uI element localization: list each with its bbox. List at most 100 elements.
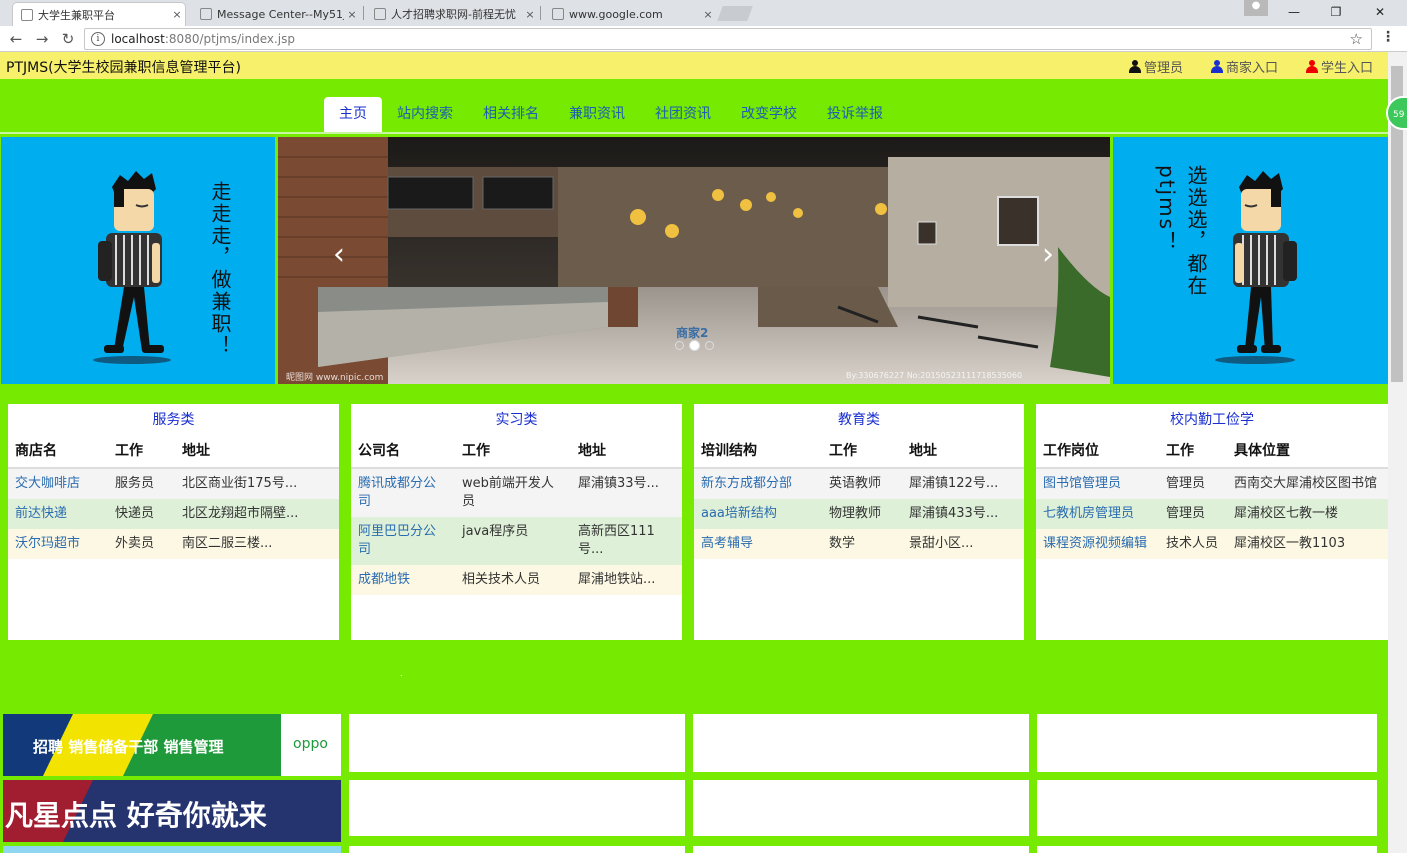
nav-club-news[interactable]: 社团资讯 xyxy=(640,97,726,132)
browser-toolbar: ← → ↻ i localhost:8080/ptjms/index.jsp ☆… xyxy=(0,26,1407,52)
page-content: PTJMS(大学生校园兼职信息管理平台) 管理员 商家入口 学生入口 主页 站内… xyxy=(0,52,1388,853)
nav-home[interactable]: 主页 xyxy=(324,97,382,132)
table-row: 新东方成都分部 英语教师 犀浦镇122号... xyxy=(694,468,1024,499)
separator-dot: . xyxy=(400,669,403,678)
category-title[interactable]: 实习类 xyxy=(351,404,682,434)
listing-link[interactable]: 沃尔玛超市 xyxy=(8,529,108,559)
ad-slot[interactable] xyxy=(1037,714,1377,772)
ad-banner-recruit[interactable]: 招聘 销售储备干部 销售管理 oppo xyxy=(3,714,341,776)
listing-link[interactable]: 腾讯成都分公司 xyxy=(351,468,455,517)
image-watermark: 昵图网 www.nipic.com xyxy=(286,373,384,383)
carousel-indicator[interactable] xyxy=(705,341,714,350)
new-tab-button[interactable] xyxy=(717,6,753,21)
carousel-indicator[interactable] xyxy=(675,341,684,350)
person-icon xyxy=(1129,60,1141,73)
banner-carousel[interactable]: ‹ › 商家2 昵图网 www.nipic.com By:330676227 N… xyxy=(278,137,1110,384)
browser-tab[interactable]: www.google.com × xyxy=(544,2,716,26)
category-title[interactable]: 校内勤工俭学 xyxy=(1036,404,1388,434)
restore-button[interactable]: ❐ xyxy=(1316,0,1356,24)
forward-icon[interactable]: → xyxy=(32,29,52,49)
listing-link[interactable]: 七教机房管理员 xyxy=(1036,499,1159,529)
url-text[interactable]: localhost:8080/ptjms/index.jsp xyxy=(111,32,295,46)
ad-slot[interactable] xyxy=(1037,846,1377,853)
carousel-indicator-active[interactable] xyxy=(689,340,700,351)
column-header: 工作 xyxy=(455,434,571,469)
cell: java程序员 xyxy=(455,517,571,565)
browser-tab[interactable]: 人才招聘求职网-前程无忧 × xyxy=(366,2,538,26)
category-panel-service: 服务类 商店名 工作 地址 交大咖啡店 服务员 北区商业街175号... 前达快递 快递员… xyxy=(8,404,339,640)
cell: 管理员 xyxy=(1159,468,1227,499)
column-header: 工作 xyxy=(1159,434,1227,469)
category-panel-education: 教育类 培训结构 工作 地址 新东方成都分部 英语教师 犀浦镇122号... aaa培新… xyxy=(694,404,1024,640)
listing-link[interactable]: 交大咖啡店 xyxy=(8,468,108,499)
ad-slot[interactable] xyxy=(693,846,1029,853)
listing-link[interactable]: 成都地铁 xyxy=(351,565,455,595)
back-icon[interactable]: ← xyxy=(6,29,26,49)
left-banner: 走走走，做兼职！ xyxy=(1,137,275,384)
page-scrollbar[interactable] xyxy=(1388,52,1407,853)
merchant-entry-link[interactable]: 商家入口 xyxy=(1211,57,1278,76)
browser-tab-active[interactable]: 大学生兼职平台 × xyxy=(12,2,186,26)
tab-close-icon[interactable]: × xyxy=(169,8,185,21)
nav-change-school[interactable]: 改变学校 xyxy=(726,97,812,132)
cell: 服务员 xyxy=(108,468,175,499)
nav-complaint[interactable]: 投诉举报 xyxy=(812,97,898,132)
category-title[interactable]: 服务类 xyxy=(8,404,339,434)
address-bar[interactable]: i localhost:8080/ptjms/index.jsp ☆ xyxy=(84,28,1372,50)
column-header: 地址 xyxy=(571,434,682,469)
cell: web前端开发人员 xyxy=(455,468,571,517)
ad-slot[interactable] xyxy=(349,846,685,853)
ad-slot[interactable] xyxy=(693,714,1029,772)
column-header: 工作岗位 xyxy=(1036,434,1159,469)
listing-link[interactable]: 新东方成都分部 xyxy=(694,468,822,499)
ad-slot[interactable] xyxy=(1037,780,1377,836)
column-header: 工作 xyxy=(822,434,902,469)
listing-link[interactable]: 课程资源视频编辑 xyxy=(1036,529,1159,559)
listing-link[interactable]: 图书馆管理员 xyxy=(1036,468,1159,499)
category-table: 商店名 工作 地址 交大咖啡店 服务员 北区商业街175号... 前达快递 快递员 北区龙翔… xyxy=(8,434,339,559)
nav-site-search[interactable]: 站内搜索 xyxy=(382,97,468,132)
minimize-button[interactable]: — xyxy=(1274,0,1314,24)
student-entry-link[interactable]: 学生入口 xyxy=(1306,57,1373,76)
nav-job-news[interactable]: 兼职资讯 xyxy=(554,97,640,132)
right-banner-slogan: 选选选，都在ptjms！ xyxy=(1155,165,1208,297)
cell: 管理员 xyxy=(1159,499,1227,529)
ad-banner-partial[interactable] xyxy=(3,846,341,853)
ad-brand-text: oppo xyxy=(293,736,328,752)
carousel-caption: 商家2 xyxy=(676,326,709,340)
tab-close-icon[interactable]: × xyxy=(344,8,360,21)
table-row: 成都地铁 相关技术人员 犀浦地铁站... xyxy=(351,565,682,595)
listing-link[interactable]: 高考辅导 xyxy=(694,529,822,559)
table-row: 腾讯成都分公司 web前端开发人员 犀浦镇33号... xyxy=(351,468,682,517)
tab-close-icon[interactable]: × xyxy=(522,8,538,21)
category-panel-campus-work: 校内勤工俭学 工作岗位 工作 具体位置 图书馆管理员 管理员 西南交大犀浦校区图书馆 七… xyxy=(1036,404,1388,640)
close-window-button[interactable]: ✕ xyxy=(1360,0,1400,24)
carousel-next-button[interactable]: › xyxy=(1042,237,1054,272)
info-icon[interactable]: i xyxy=(91,32,105,46)
carousel-prev-button[interactable]: ‹ xyxy=(333,237,345,272)
cell: 北区商业街175号... xyxy=(175,468,339,499)
column-header: 工作 xyxy=(108,434,175,469)
cell: 犀浦镇33号... xyxy=(571,468,682,517)
profile-icon[interactable]: ● xyxy=(1244,0,1268,16)
cell: 南区二服三楼... xyxy=(175,529,339,559)
listing-link[interactable]: 阿里巴巴分公司 xyxy=(351,517,455,565)
left-banner-slogan: 走走走，做兼职！ xyxy=(208,181,232,357)
ad-banner-curiosity[interactable]: 凡星点点 好奇你就来 xyxy=(3,780,341,842)
cell: 高新西区111号... xyxy=(571,517,682,565)
reload-icon[interactable]: ↻ xyxy=(58,29,78,49)
listing-link[interactable]: 前达快递 xyxy=(8,499,108,529)
ad-slot[interactable] xyxy=(349,714,685,772)
bookmark-star-icon[interactable]: ☆ xyxy=(1350,30,1363,48)
admin-link[interactable]: 管理员 xyxy=(1129,57,1183,76)
ad-slot[interactable] xyxy=(693,780,1029,836)
category-title[interactable]: 教育类 xyxy=(694,404,1024,434)
tab-close-icon[interactable]: × xyxy=(700,8,716,21)
listing-link[interactable]: aaa培新结构 xyxy=(694,499,822,529)
nav-rankings[interactable]: 相关排名 xyxy=(468,97,554,132)
browser-tab[interactable]: Message Center--My51j × xyxy=(192,2,360,26)
ad-slot[interactable] xyxy=(349,780,685,836)
cell: 犀浦校区七教一楼 xyxy=(1227,499,1388,529)
category-panel-internship: 实习类 公司名 工作 地址 腾讯成都分公司 web前端开发人员 犀浦镇33号... 阿里… xyxy=(351,404,682,640)
browser-menu-icon[interactable]: ⋮ xyxy=(1381,29,1395,45)
